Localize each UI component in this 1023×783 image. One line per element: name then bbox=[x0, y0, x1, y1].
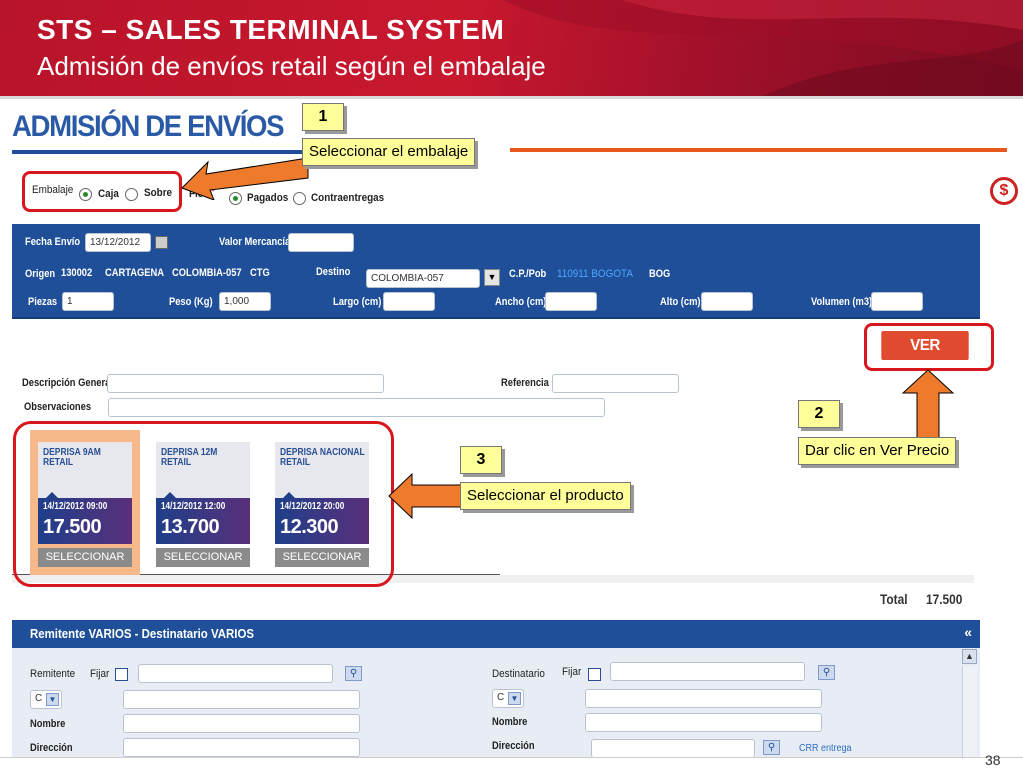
origen-city: CARTAGENA bbox=[105, 267, 165, 279]
embalaje-highlight bbox=[22, 171, 182, 212]
observaciones-input[interactable] bbox=[108, 398, 605, 417]
piezas-input[interactable]: 1 bbox=[62, 292, 114, 311]
callout-3-text: Seleccionar el producto bbox=[460, 482, 631, 510]
shipment-form-panel: Fecha Envío 13/12/2012 Valor Mercancía O… bbox=[12, 224, 980, 319]
remitente-bar-title: Remitente VARIOS - Destinatario VARIOS bbox=[30, 626, 254, 641]
remitente-id-select[interactable]: C ▼ bbox=[30, 690, 62, 709]
arrow-to-products-icon bbox=[388, 473, 462, 519]
remitente-direccion-input[interactable] bbox=[123, 738, 360, 757]
remitente-fijar-label: Fijar bbox=[90, 668, 110, 680]
destinatario-nombre-input[interactable] bbox=[585, 713, 822, 732]
footer-divider bbox=[0, 757, 1023, 758]
peso-label: Peso (Kg) bbox=[169, 296, 213, 308]
largo-label: Largo (cm) bbox=[333, 296, 382, 308]
slide-subtitle: Admisión de envíos retail según el embal… bbox=[37, 51, 546, 81]
alto-label: Alto (cm) bbox=[660, 296, 701, 308]
page-title: ADMISIÓN DE ENVÍOS bbox=[12, 110, 285, 143]
remitente-search-input[interactable] bbox=[138, 664, 333, 683]
remitente-destinatario-panel: Remitente Fijar ⚲ C ▼ Nombre Dirección De… bbox=[12, 648, 980, 758]
piezas-label: Piezas bbox=[28, 296, 58, 308]
dollar-icon[interactable]: $ bbox=[990, 177, 1018, 205]
destinatario-direccion-label: Dirección bbox=[492, 740, 535, 752]
callout-2-text: Dar clic en Ver Precio bbox=[798, 437, 957, 465]
slide-title: STS – SALES TERMINAL SYSTEM bbox=[37, 14, 505, 45]
remitente-nombre-label: Nombre bbox=[30, 718, 66, 730]
fecha-envio-input[interactable]: 13/12/2012 bbox=[85, 233, 151, 252]
referencia-label: Referencia bbox=[501, 377, 549, 389]
destinatario-id-select[interactable]: C ▼ bbox=[492, 689, 524, 708]
origen-label: Origen bbox=[25, 268, 56, 280]
destinatario-nombre-label: Nombre bbox=[492, 716, 528, 728]
fecha-envio-label: Fecha Envío bbox=[25, 236, 81, 248]
total-label: Total bbox=[880, 591, 908, 607]
remitente-bar[interactable]: Remitente VARIOS - Destinatario VARIOS « bbox=[12, 620, 980, 648]
destinatario-fijar-checkbox[interactable] bbox=[588, 668, 601, 681]
products-highlight bbox=[13, 421, 394, 587]
valor-mercancia-label: Valor Mercancía bbox=[219, 236, 291, 248]
origen-abbr: CTG bbox=[250, 267, 270, 279]
page-number: 38 bbox=[985, 752, 1001, 768]
largo-input[interactable] bbox=[383, 292, 435, 311]
descripcion-label: Descripción General bbox=[22, 377, 113, 389]
volumen-label: Volumen (m3) bbox=[811, 296, 873, 308]
cp-value: 110911 BOGOTA bbox=[557, 268, 633, 280]
alto-input[interactable] bbox=[701, 292, 753, 311]
chevron-down-icon: ▼ bbox=[508, 692, 521, 705]
chevron-down-icon[interactable]: ▼ bbox=[484, 269, 500, 286]
crr-entrega-link[interactable]: CRR entrega bbox=[799, 743, 852, 754]
destinatario-search-input[interactable] bbox=[610, 662, 805, 681]
origen-code: 130002 bbox=[61, 267, 93, 279]
arrow-to-ver-precio-icon bbox=[902, 369, 954, 440]
destino-label: Destino bbox=[316, 266, 351, 278]
calendar-icon[interactable] bbox=[155, 236, 168, 249]
search-icon[interactable]: ⚲ bbox=[763, 740, 780, 755]
heading-rule-orange bbox=[510, 148, 1007, 152]
ver-precio-highlight bbox=[864, 323, 994, 371]
slide-header: STS – SALES TERMINAL SYSTEM Admisión de … bbox=[0, 0, 1023, 96]
descripcion-input[interactable] bbox=[107, 374, 384, 393]
search-icon[interactable]: ⚲ bbox=[345, 666, 362, 681]
origen-country: COLOMBIA-057 bbox=[172, 267, 242, 279]
volumen-input[interactable] bbox=[871, 292, 923, 311]
destinatario-fijar-label: Fijar bbox=[562, 666, 582, 678]
ancho-input[interactable] bbox=[545, 292, 597, 311]
ancho-label: Ancho (cm) bbox=[495, 296, 547, 308]
destinatario-direccion-input[interactable] bbox=[591, 739, 755, 758]
destinatario-id-value: C bbox=[497, 692, 505, 703]
collapse-icon[interactable]: « bbox=[964, 624, 972, 640]
peso-input[interactable]: 1,000 bbox=[219, 292, 271, 311]
slide: STS – SALES TERMINAL SYSTEM Admisión de … bbox=[0, 0, 1023, 783]
arrow-to-embalaje-icon bbox=[181, 157, 309, 200]
observaciones-label: Observaciones bbox=[24, 401, 92, 413]
remitente-nombre-input[interactable] bbox=[123, 714, 360, 733]
remitente-id-value: C bbox=[35, 693, 43, 704]
callout-1-number: 1 bbox=[302, 103, 344, 131]
remitente-fijar-checkbox[interactable] bbox=[115, 668, 128, 681]
callout-2-number: 2 bbox=[798, 400, 840, 428]
callout-3-number: 3 bbox=[460, 446, 502, 474]
scroll-up-arrow[interactable]: ▲ bbox=[962, 649, 977, 664]
chevron-down-icon: ▼ bbox=[46, 693, 59, 706]
destinatario-id-input[interactable] bbox=[585, 689, 822, 708]
valor-mercancia-input[interactable] bbox=[288, 233, 354, 252]
destino-select[interactable]: COLOMBIA-057 bbox=[366, 269, 480, 288]
header-divider bbox=[0, 96, 1023, 99]
cp-abbr: BOG bbox=[649, 268, 671, 280]
remitente-id-input[interactable] bbox=[123, 690, 360, 709]
remitente-label: Remitente bbox=[30, 668, 76, 680]
referencia-input[interactable] bbox=[552, 374, 679, 393]
total-value: 17.500 bbox=[926, 591, 963, 607]
destinatario-label: Destinatario bbox=[492, 668, 545, 680]
flete-contraentregas-label[interactable]: Contraentregas bbox=[311, 192, 384, 204]
cp-label: C.P./Pob bbox=[509, 268, 547, 280]
callout-1-text: Seleccionar el embalaje bbox=[302, 138, 476, 166]
search-icon[interactable]: ⚲ bbox=[818, 665, 835, 680]
remitente-direccion-label: Dirección bbox=[30, 742, 73, 754]
header-swoosh-decoration bbox=[503, 0, 1023, 96]
scrollbar-track[interactable] bbox=[962, 666, 977, 758]
